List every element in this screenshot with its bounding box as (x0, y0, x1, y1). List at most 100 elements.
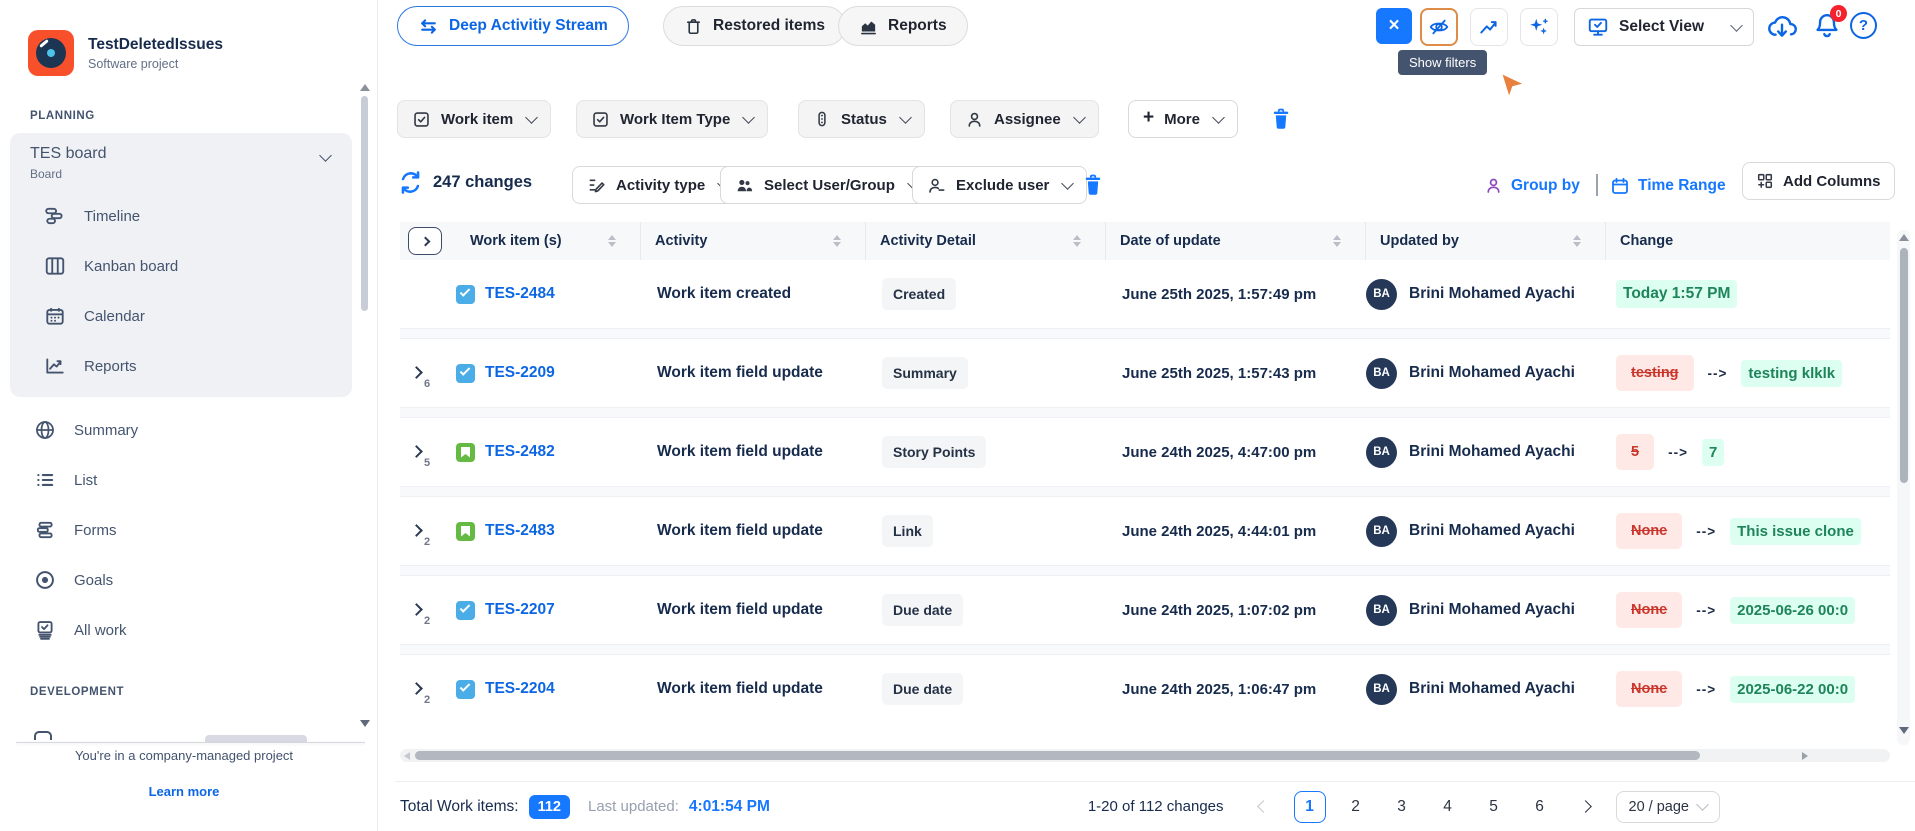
work-item-link[interactable]: TES-2204 (485, 680, 555, 698)
work-item-link[interactable]: TES-2207 (485, 601, 555, 619)
add-columns-button[interactable]: Add Columns (1742, 162, 1895, 200)
sidebar-item-summary[interactable]: Summary (0, 405, 377, 455)
help-button[interactable]: ? (1850, 12, 1877, 39)
column-header-updated-by[interactable]: Updated by (1366, 222, 1606, 260)
chevron-down-icon[interactable] (319, 149, 332, 162)
change-arrow: --> (1668, 445, 1688, 460)
pagination-page-3[interactable]: 3 (1386, 791, 1418, 823)
row-expand-toggle[interactable]: 2 (400, 522, 456, 540)
learn-more-link[interactable]: Learn more (0, 784, 368, 799)
sidebar-item-list[interactable]: List (0, 455, 377, 505)
filter-activity-type[interactable]: Activity type (572, 166, 743, 204)
person-icon (965, 110, 984, 129)
filter-work-item[interactable]: Work item (397, 100, 551, 138)
clear-filters-button[interactable] (1268, 106, 1294, 137)
pagination-page-1[interactable]: 1 (1294, 791, 1326, 823)
table-horizontal-scrollbar[interactable] (400, 749, 1890, 762)
filter-label: Work item (441, 111, 513, 128)
scroll-left-icon[interactable] (404, 752, 410, 760)
filter-work-item-type[interactable]: Work Item Type (576, 100, 768, 138)
sidebar-item-timeline[interactable]: Timeline (10, 191, 352, 241)
expand-all-button[interactable] (408, 227, 442, 255)
page-size-dropdown[interactable]: 20 / page (1616, 791, 1720, 823)
sidebar-item-goals[interactable]: Goals (0, 555, 377, 605)
chevron-right-icon (410, 524, 423, 537)
pagination-next-button[interactable] (1570, 791, 1602, 823)
sort-icon[interactable] (1073, 235, 1081, 247)
date-cell: June 25th 2025, 1:57:49 pm (1106, 286, 1366, 303)
work-item-link[interactable]: TES-2209 (485, 364, 555, 382)
sort-icon[interactable] (1573, 235, 1581, 247)
sidebar-item-all-work[interactable]: All work (0, 605, 377, 655)
column-header-change[interactable]: Change (1606, 222, 1890, 260)
horizontal-scroll-thumb[interactable] (415, 751, 1700, 760)
row-divider (400, 486, 1890, 497)
scroll-up-icon[interactable] (360, 84, 370, 91)
scroll-down-icon[interactable] (360, 720, 370, 727)
sidebar-item-forms[interactable]: Forms (0, 505, 377, 555)
filter-select-user-group[interactable]: Select User/Group (720, 166, 933, 204)
row-expand-toggle[interactable]: 6 (400, 364, 456, 382)
filter-assignee[interactable]: Assignee (950, 100, 1099, 138)
sort-icon[interactable] (1333, 235, 1341, 247)
pagination-prev-button[interactable] (1248, 791, 1280, 823)
vertical-scroll-thumb[interactable] (1900, 248, 1908, 483)
column-header-activity-detail[interactable]: Activity Detail (866, 222, 1106, 260)
chevron-right-icon (410, 366, 423, 379)
show-filters-button[interactable] (1420, 8, 1458, 46)
sidebar-item-label: Summary (74, 422, 138, 439)
deep-activity-stream-button[interactable]: Deep Activitiy Stream (397, 6, 629, 46)
sort-icon[interactable] (608, 235, 616, 247)
table-vertical-scrollbar[interactable] (1897, 230, 1910, 745)
sidebar-scrollbar[interactable] (358, 82, 372, 742)
row-divider (400, 565, 1890, 576)
export-cloud-button[interactable] (1766, 11, 1798, 48)
scroll-right-icon[interactable] (1802, 752, 1808, 760)
sidebar-item-reports[interactable]: Reports (10, 341, 352, 391)
work-item-link[interactable]: TES-2483 (485, 522, 555, 540)
reports-button[interactable]: Reports (838, 6, 968, 46)
chevron-down-icon (1730, 19, 1743, 32)
sidebar-item-calendar[interactable]: Calendar (10, 291, 352, 341)
work-item-link[interactable]: TES-2484 (485, 285, 555, 303)
row-expand-toggle[interactable]: 5 (400, 443, 456, 461)
group-by-person-icon (1484, 176, 1503, 195)
scroll-down-icon[interactable] (1899, 727, 1909, 734)
group-by-button[interactable]: Group by (1484, 176, 1580, 195)
clear-activity-filters-button[interactable] (1080, 172, 1106, 203)
board-header[interactable]: TES board Board (30, 145, 106, 181)
sidebar-scroll-thumb[interactable] (361, 96, 368, 311)
row-expand-toggle[interactable]: 2 (400, 680, 456, 698)
restored-items-button[interactable]: Restored items (663, 6, 846, 46)
time-range-button[interactable]: Time Range (1610, 176, 1726, 196)
work-item-link[interactable]: TES-2482 (485, 443, 555, 461)
user-name: Brini Mohamed Ayachi (1409, 285, 1575, 303)
sidebar-item-kanban-board[interactable]: Kanban board (10, 241, 352, 291)
close-filters-button[interactable]: × (1376, 8, 1412, 44)
more-label: More (1164, 111, 1200, 128)
project-header: TestDeletedIssues Software project (28, 30, 223, 76)
ai-sparkles-button[interactable] (1520, 8, 1558, 46)
cloud-download-icon (1766, 11, 1798, 43)
pagination-page-2[interactable]: 2 (1340, 791, 1372, 823)
more-filters-button[interactable]: + More (1128, 100, 1238, 138)
column-header-work-item[interactable]: Work item (s) (456, 222, 641, 260)
sidebar-item-label: List (74, 472, 97, 489)
filter-exclude-user[interactable]: Exclude user (912, 166, 1087, 204)
date-cell: June 24th 2025, 4:44:01 pm (1106, 523, 1366, 540)
scroll-up-icon[interactable] (1899, 234, 1909, 241)
refresh-button[interactable] (397, 169, 424, 201)
planning-section-label: PLANNING (30, 110, 95, 122)
row-expand-toggle[interactable]: 2 (400, 601, 456, 619)
last-updated-time: 4:01:54 PM (689, 798, 770, 816)
sort-icon[interactable] (833, 235, 841, 247)
pagination-page-5[interactable]: 5 (1478, 791, 1510, 823)
trend-chart-button[interactable] (1470, 8, 1508, 46)
user-name: Brini Mohamed Ayachi (1409, 601, 1575, 619)
pagination-page-6[interactable]: 6 (1524, 791, 1556, 823)
column-header-activity[interactable]: Activity (641, 222, 866, 260)
filter-status[interactable]: Status (798, 100, 925, 138)
select-view-dropdown[interactable]: Select View (1574, 8, 1754, 46)
pagination-page-4[interactable]: 4 (1432, 791, 1464, 823)
column-header-date[interactable]: Date of update (1106, 222, 1366, 260)
